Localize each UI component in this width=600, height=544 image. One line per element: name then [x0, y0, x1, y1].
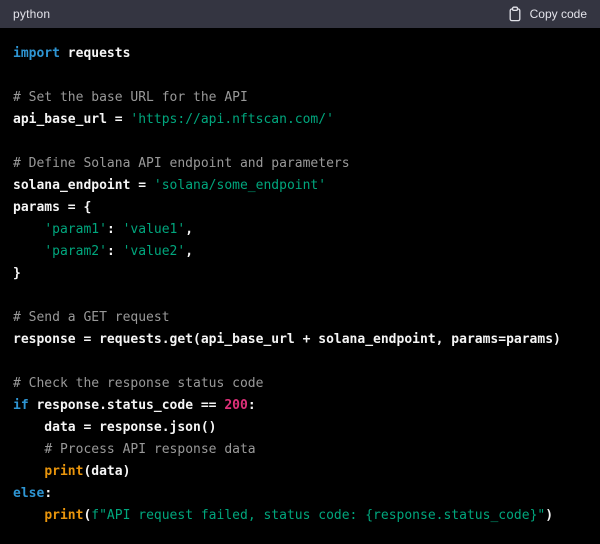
code-token-str: 'https://api.nftscan.com/' — [130, 112, 334, 127]
code-line: # Define Solana API endpoint and paramet… — [13, 153, 587, 175]
code-line: api_base_url = 'https://api.nftscan.com/… — [13, 109, 587, 131]
code-line: solana_endpoint = 'solana/some_endpoint' — [13, 175, 587, 197]
code-token-com: # Set the base URL for the API — [13, 90, 248, 105]
code-token-pl: (data) — [83, 464, 130, 479]
code-token-pl: response.status_code == — [29, 398, 225, 413]
code-line: params = { — [13, 197, 587, 219]
code-line: print(f"API request failed, status code:… — [13, 505, 587, 527]
code-token-str: 'param1' — [44, 222, 107, 237]
code-block-header: python Copy code — [0, 0, 600, 28]
code-token-pl: ) — [545, 508, 553, 523]
code-token-str: 'param2' — [44, 244, 107, 259]
code-line — [13, 285, 587, 307]
language-label: python — [13, 7, 50, 21]
code-line — [13, 131, 587, 153]
code-token-pl — [13, 244, 44, 259]
code-token-pl: : — [107, 222, 123, 237]
code-line: data = response.json() — [13, 417, 587, 439]
code-line: 'param1': 'value1', — [13, 219, 587, 241]
code-token-pl: : — [44, 486, 52, 501]
code-line: 'param2': 'value2', — [13, 241, 587, 263]
code-line: # Process API response data — [13, 439, 587, 461]
code-token-pl: params = { — [13, 200, 91, 215]
code-token-kw: import — [13, 46, 60, 61]
code-token-pl: } — [13, 266, 21, 281]
code-token-pl: solana_endpoint = — [13, 178, 154, 193]
code-line: else: — [13, 483, 587, 505]
code-token-str: 'solana/some_endpoint' — [154, 178, 326, 193]
code-line: # Set the base URL for the API — [13, 87, 587, 109]
code-token-pl: requests — [60, 46, 130, 61]
code-token-pl — [13, 464, 44, 479]
code-token-fn: print — [44, 508, 83, 523]
code-line — [13, 351, 587, 373]
code-token-pl: , — [185, 222, 193, 237]
code-token-pl: response = requests.get(api_base_url + s… — [13, 332, 561, 347]
code-line: if response.status_code == 200: — [13, 395, 587, 417]
code-token-pl: data = response.json() — [13, 420, 217, 435]
copy-code-label: Copy code — [530, 7, 587, 21]
clipboard-icon — [508, 6, 522, 22]
code-token-kw: else — [13, 486, 44, 501]
code-token-pl — [13, 508, 44, 523]
code-token-kw: if — [13, 398, 29, 413]
code-line: print(data) — [13, 461, 587, 483]
code-line: } — [13, 263, 587, 285]
code-token-str: 'value2' — [123, 244, 186, 259]
code-token-com: # Send a GET request — [13, 310, 170, 325]
code-line — [13, 65, 587, 87]
code-token-pl: , — [185, 244, 193, 259]
code-token-pl: api_base_url = — [13, 112, 130, 127]
code-line: import requests — [13, 43, 587, 65]
code-token-num: 200 — [224, 398, 247, 413]
code-token-str: 'value1' — [123, 222, 186, 237]
code-token-fn: print — [44, 464, 83, 479]
code-content: import requests # Set the base URL for t… — [0, 28, 600, 544]
code-token-pl — [13, 442, 44, 457]
code-line: response = requests.get(api_base_url + s… — [13, 329, 587, 351]
code-token-com: # Define Solana API endpoint and paramet… — [13, 156, 350, 171]
code-token-com: # Check the response status code — [13, 376, 263, 391]
code-token-str: f"API request failed, status code: {resp… — [91, 508, 545, 523]
code-token-com: # Process API response data — [44, 442, 255, 457]
code-line: # Check the response status code — [13, 373, 587, 395]
code-token-pl: : — [107, 244, 123, 259]
code-lines: import requests # Set the base URL for t… — [13, 43, 587, 527]
code-line: # Send a GET request — [13, 307, 587, 329]
code-token-pl — [13, 222, 44, 237]
code-token-pl: : — [248, 398, 256, 413]
copy-code-button[interactable]: Copy code — [508, 6, 587, 22]
code-block: python Copy code import requests # Set t… — [0, 0, 600, 544]
